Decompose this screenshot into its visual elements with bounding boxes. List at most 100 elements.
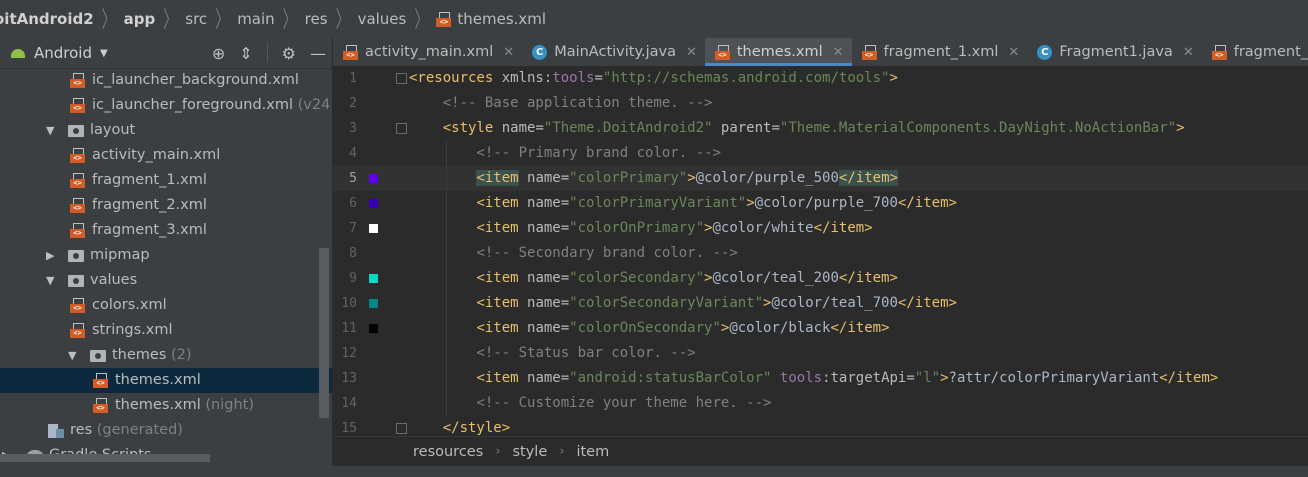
xml-file-icon xyxy=(714,44,730,60)
color-swatch-icon[interactable] xyxy=(369,274,378,283)
close-icon[interactable]: ✕ xyxy=(1008,45,1019,60)
project-view-selector[interactable]: Android xyxy=(34,44,92,62)
tab-label: Fragment1.java xyxy=(1059,44,1173,60)
xml-file-icon xyxy=(70,173,85,188)
code-line[interactable]: 5 <item name="colorPrimary">@color/purple… xyxy=(333,166,1308,191)
code-line[interactable]: 12 <!-- Status bar color. --> xyxy=(333,341,1308,366)
breadcrumb-item[interactable]: themes.xml xyxy=(457,10,546,28)
tree-item-name: ic_launcher_background.xml xyxy=(92,72,299,88)
project-panel: Android ▼ ⊕ ⇕ ⚙ — ic_launcher_background… xyxy=(0,38,332,477)
code-text: <!-- Customize your theme here. --> xyxy=(476,391,771,416)
code-text: <item name="colorOnPrimary">@color/white… xyxy=(476,216,872,241)
editor-breadcrumb-item[interactable]: style xyxy=(512,437,547,467)
breadcrumb-item[interactable]: src xyxy=(185,10,207,28)
tree-item[interactable]: ▼ themes (2) xyxy=(0,343,332,368)
tree-item-name: ic_launcher_foreground.xml xyxy=(92,97,294,113)
breadcrumb-item[interactable]: app xyxy=(124,10,156,28)
expand-arrow-icon[interactable]: ▼ xyxy=(46,268,54,293)
code-line[interactable]: 3 <style name="Theme.DoitAndroid2" parent… xyxy=(333,116,1308,141)
tree-item-label: fragment_1.xml xyxy=(92,168,207,193)
tree-item[interactable]: ic_launcher_background.xml xyxy=(0,68,332,93)
code-line[interactable]: 14 <!-- Customize your theme here. --> xyxy=(333,391,1308,416)
color-swatch-icon[interactable] xyxy=(369,224,378,233)
code-token: <item xyxy=(476,170,519,186)
locate-file-icon[interactable]: ⊕ xyxy=(212,44,225,63)
code-line[interactable]: 7 <item name="colorOnPrimary">@color/whit… xyxy=(333,216,1308,241)
expand-arrow-icon[interactable]: ▼ xyxy=(68,343,76,368)
breadcrumb-item[interactable]: res xyxy=(305,10,328,28)
code-line[interactable]: 4 <!-- Primary brand color. --> xyxy=(333,141,1308,166)
breadcrumb-item[interactable]: values xyxy=(358,10,407,28)
tree-item[interactable]: fragment_3.xml xyxy=(0,218,332,243)
tab-fragment1-java[interactable]: C Fragment1.java ✕ xyxy=(1027,38,1201,66)
tab-fragment-1-xml[interactable]: fragment_1.xml ✕ xyxy=(852,38,1028,66)
code-token: ?attr/colorPrimaryVariant xyxy=(948,370,1160,386)
code-line[interactable]: 8 <!-- Secondary brand color. --> xyxy=(333,241,1308,266)
fold-marker-icon[interactable] xyxy=(396,423,407,434)
indent-guide xyxy=(445,241,447,266)
tree-item[interactable]: ic_launcher_foreground.xml (v24) xyxy=(0,93,332,118)
breadcrumb-item[interactable]: oitAndroid2 xyxy=(0,10,94,28)
tree-item[interactable]: themes.xml xyxy=(0,368,332,393)
tree-item[interactable]: fragment_2.xml xyxy=(0,193,332,218)
line-number: 8 xyxy=(349,246,357,261)
tree-item[interactable]: strings.xml xyxy=(0,318,332,343)
editor-breadcrumb-item[interactable]: item xyxy=(576,437,609,467)
code-line[interactable]: 1 <resources xmlns:tools="http://schemas.… xyxy=(333,66,1308,91)
line-number: 9 xyxy=(349,271,357,286)
color-swatch-icon[interactable] xyxy=(369,199,378,208)
code-line[interactable]: 11 <item name="colorOnSecondary">@color/b… xyxy=(333,316,1308,341)
folder-icon xyxy=(68,125,84,137)
code-token: "colorPrimary" xyxy=(569,170,688,186)
tree-item[interactable]: ▼ values xyxy=(0,268,332,293)
tab-themes-xml[interactable]: themes.xml ✕ xyxy=(704,38,852,66)
tree-item[interactable]: res (generated) xyxy=(0,418,332,443)
code-line[interactable]: 9 <item name="colorSecondary">@color/teal… xyxy=(333,266,1308,291)
tab-mainactivity-java[interactable]: C MainActivity.java ✕ xyxy=(522,38,705,66)
tree-item-label: themes (2) xyxy=(112,343,192,368)
collapse-arrow-icon[interactable]: ▶ xyxy=(46,243,54,268)
chevron-down-icon[interactable]: ▼ xyxy=(100,48,108,59)
vertical-scrollbar[interactable] xyxy=(319,248,329,418)
close-icon[interactable]: ✕ xyxy=(503,45,514,60)
tree-item[interactable]: colors.xml xyxy=(0,293,332,318)
breadcrumb-item[interactable]: main xyxy=(237,10,274,28)
horizontal-scrollbar[interactable] xyxy=(0,454,210,462)
code-line[interactable]: 2 <!-- Base application theme. --> xyxy=(333,91,1308,116)
tree-item[interactable]: ▼ layout xyxy=(0,118,332,143)
tab-fragment-2-xml[interactable]: fragment_2.xml xyxy=(1202,38,1308,66)
gear-icon[interactable]: ⚙ xyxy=(282,44,296,63)
tree-item[interactable]: fragment_1.xml xyxy=(0,168,332,193)
expand-arrow-icon[interactable]: ▼ xyxy=(46,118,54,143)
code-line[interactable]: 13 <item name="android:statusBarColor" to… xyxy=(333,366,1308,391)
code-area[interactable]: 1 <resources xmlns:tools="http://schemas.… xyxy=(333,66,1308,436)
tree-item[interactable]: ▶ mipmap xyxy=(0,243,332,268)
code-line[interactable]: 10 <item name="colorSecondaryVariant">@co… xyxy=(333,291,1308,316)
code-line[interactable]: 6 <item name="colorPrimaryVariant">@color… xyxy=(333,191,1308,216)
close-icon[interactable]: ✕ xyxy=(1183,45,1194,60)
tree-item[interactable]: themes.xml (night) xyxy=(0,393,332,418)
line-number: 5 xyxy=(349,171,357,186)
close-icon[interactable]: ✕ xyxy=(686,45,697,60)
hide-panel-icon[interactable]: — xyxy=(310,44,326,63)
tab-label: activity_main.xml xyxy=(365,44,494,60)
code-token: <!-- Customize your theme here. --> xyxy=(476,395,772,411)
code-token: @color/teal_700 xyxy=(771,295,898,311)
tree-item-name: layout xyxy=(90,122,136,138)
editor-breadcrumb-item[interactable]: resources xyxy=(413,437,483,467)
tree-item-label: colors.xml xyxy=(92,293,167,318)
code-token: </item> xyxy=(838,270,898,286)
color-swatch-icon[interactable] xyxy=(369,299,378,308)
color-swatch-icon[interactable] xyxy=(369,174,378,183)
color-swatch-icon[interactable] xyxy=(369,324,378,333)
line-number: 12 xyxy=(341,346,357,361)
code-token: > xyxy=(1176,120,1185,136)
fold-marker-icon[interactable] xyxy=(396,123,407,134)
tab-activity-main-xml[interactable]: activity_main.xml ✕ xyxy=(333,38,522,66)
close-icon[interactable]: ✕ xyxy=(833,45,844,60)
fold-marker-icon[interactable] xyxy=(396,73,407,84)
collapse-all-icon[interactable]: ⇕ xyxy=(239,44,252,63)
tree-item[interactable]: activity_main.xml xyxy=(0,143,332,168)
code-line[interactable]: 15 </style> xyxy=(333,416,1308,436)
code-text: </style> xyxy=(443,416,510,436)
